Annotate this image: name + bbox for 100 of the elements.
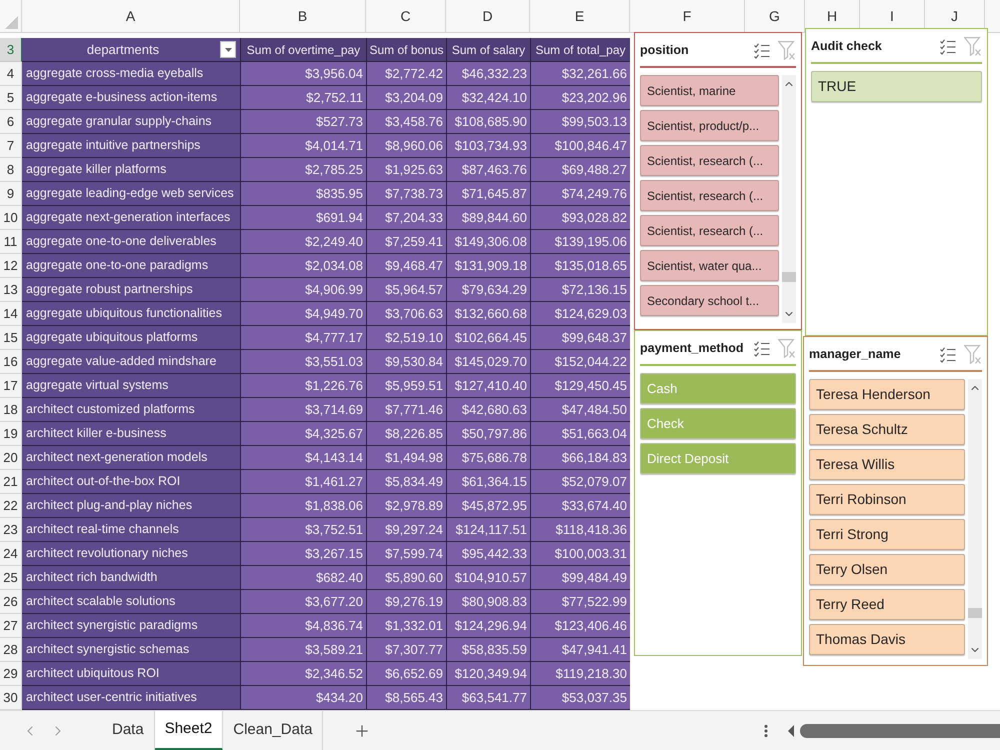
value-cell: $71,645.87	[446, 182, 530, 206]
sheet-tab[interactable]: Sheet2	[154, 710, 224, 750]
value-cell: $9,530.84	[366, 350, 446, 374]
value-cell: $7,599.74	[366, 542, 446, 566]
value-cell: $45,872.95	[446, 494, 530, 518]
row-number[interactable]: 5	[0, 86, 22, 110]
slicer-item[interactable]: Scientist, water qua...	[640, 250, 779, 281]
column-header[interactable]: B	[240, 0, 366, 32]
row-number[interactable]: 22	[0, 494, 22, 518]
value-cell: $79,634.29	[446, 278, 530, 302]
sheet-tab[interactable]: Clean_Data	[223, 710, 324, 750]
slicer-scrollbar[interactable]	[968, 379, 982, 659]
slicer-item[interactable]: Scientist, product/p...	[640, 110, 779, 141]
row-number[interactable]: 25	[0, 566, 22, 590]
row-number[interactable]: 10	[0, 206, 22, 230]
multi-select-icon[interactable]	[940, 346, 956, 362]
value-cell: $3,677.20	[240, 590, 366, 614]
value-cell: $9,468.47	[366, 254, 446, 278]
row-number[interactable]: 12	[0, 254, 22, 278]
row-number[interactable]: 8	[0, 158, 22, 182]
slicer-item[interactable]: Teresa Schultz	[809, 414, 965, 445]
row-number[interactable]: 3	[0, 38, 22, 62]
row-number[interactable]: 29	[0, 662, 22, 686]
value-cell: $5,959.51	[366, 374, 446, 398]
value-cell: $100,846.47	[530, 134, 630, 158]
multi-select-icon[interactable]	[940, 38, 956, 54]
pivot-header-cell: Sum of bonus	[366, 38, 446, 62]
horizontal-scrollbar-thumb[interactable]	[800, 724, 1000, 738]
department-cell: architect out-of-the-box ROI	[22, 470, 240, 494]
value-cell: $2,772.42	[366, 62, 446, 86]
row-number[interactable]: 16	[0, 350, 22, 374]
row-number[interactable]: 14	[0, 302, 22, 326]
slicer-item[interactable]: Teresa Willis	[809, 449, 965, 480]
slicer-item[interactable]: Teresa Henderson	[809, 379, 965, 410]
value-cell: $3,714.69	[240, 398, 366, 422]
value-cell: $127,410.40	[446, 374, 530, 398]
slicer-item[interactable]: Terry Olsen	[809, 554, 965, 585]
row-number[interactable]: 18	[0, 398, 22, 422]
value-cell: $2,978.89	[366, 494, 446, 518]
scrollbar-thumb[interactable]	[782, 272, 796, 282]
value-cell: $2,519.10	[366, 326, 446, 350]
slicer-scrollbar[interactable]	[782, 75, 796, 323]
scroll-left-icon[interactable]	[788, 724, 794, 736]
value-cell: $1,494.98	[366, 446, 446, 470]
row-number[interactable]: 26	[0, 590, 22, 614]
column-header[interactable]: E	[530, 0, 630, 32]
row-number[interactable]: 13	[0, 278, 22, 302]
value-cell: $7,204.33	[366, 206, 446, 230]
row-number[interactable]: 24	[0, 542, 22, 566]
value-cell: $80,908.83	[446, 590, 530, 614]
row-number[interactable]: 15	[0, 326, 22, 350]
department-cell: architect real-time channels	[22, 518, 240, 542]
slicer-title: position	[640, 42, 690, 60]
value-cell: $152,044.22	[530, 350, 630, 374]
row-number[interactable]: 30	[0, 686, 22, 710]
value-cell: $4,906.99	[240, 278, 366, 302]
row-number[interactable]: 4	[0, 62, 22, 86]
pivot-header-cell: Sum of overtime_pay	[240, 38, 366, 62]
filter-dropdown-button[interactable]	[220, 41, 236, 58]
value-cell: $835.95	[240, 182, 366, 206]
slicer-item[interactable]: Secondary school t...	[640, 285, 779, 316]
multi-select-icon[interactable]	[754, 340, 770, 356]
row-number[interactable]: 19	[0, 422, 22, 446]
slicer-item[interactable]: Scientist, marine	[640, 75, 779, 106]
row-number[interactable]: 17	[0, 374, 22, 398]
row-number[interactable]: 21	[0, 470, 22, 494]
value-cell: $47,941.41	[530, 638, 630, 662]
value-cell: $4,836.74	[240, 614, 366, 638]
slicer-item[interactable]: TRUE	[811, 71, 982, 102]
row-number[interactable]: 28	[0, 638, 22, 662]
value-cell: $108,685.90	[446, 110, 530, 134]
slicer-item[interactable]: Scientist, research (...	[640, 180, 779, 211]
column-header[interactable]: C	[366, 0, 446, 32]
value-cell: $1,925.63	[366, 158, 446, 182]
row-number[interactable]: 6	[0, 110, 22, 134]
value-cell: $3,204.09	[366, 86, 446, 110]
row-number[interactable]: 9	[0, 182, 22, 206]
value-cell: $3,267.15	[240, 542, 366, 566]
multi-select-icon[interactable]	[754, 42, 770, 58]
slicer-item[interactable]: Terri Strong	[809, 519, 965, 550]
slicer-item[interactable]: Terry Reed	[809, 589, 965, 620]
value-cell: $51,663.04	[530, 422, 630, 446]
scrollbar-thumb[interactable]	[968, 608, 982, 618]
column-header[interactable]: D	[446, 0, 530, 32]
row-number[interactable]: 27	[0, 614, 22, 638]
department-cell: aggregate intuitive partnerships	[22, 134, 240, 158]
value-cell: $1,838.06	[240, 494, 366, 518]
slicer-item[interactable]: Thomas Davis	[809, 624, 965, 655]
value-cell: $95,442.33	[446, 542, 530, 566]
row-number[interactable]: 20	[0, 446, 22, 470]
value-cell: $93,028.82	[530, 206, 630, 230]
row-number[interactable]: 23	[0, 518, 22, 542]
value-cell: $7,771.46	[366, 398, 446, 422]
row-number[interactable]: 11	[0, 230, 22, 254]
column-header[interactable]: A	[22, 0, 240, 32]
row-number[interactable]: 7	[0, 134, 22, 158]
slicer-item[interactable]: Scientist, research (...	[640, 145, 779, 176]
slicer-item[interactable]: Terri Robinson	[809, 484, 965, 515]
slicer-item[interactable]: Scientist, research (...	[640, 215, 779, 246]
value-cell: $145,029.70	[446, 350, 530, 374]
